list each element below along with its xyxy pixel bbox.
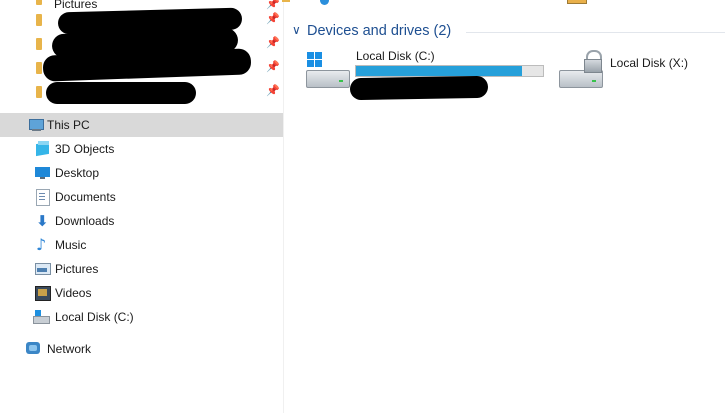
nav-item-music[interactable]: ♪ Music — [0, 233, 283, 257]
drive-usage-fill — [356, 66, 523, 76]
nav-item-local-disk-c[interactable]: Local Disk (C:) — [0, 305, 283, 329]
nav-item-pictures[interactable]: Pictures — [0, 257, 283, 281]
download-arrow-icon: ⬇ — [36, 212, 49, 230]
pin-icon[interactable]: 📌 — [266, 36, 280, 49]
nav-item-label: Desktop — [55, 166, 100, 180]
group-divider — [466, 32, 725, 33]
nav-item-label: Music — [55, 238, 87, 252]
folder-icon — [36, 62, 42, 74]
network-icon — [26, 341, 42, 357]
drive-local-disk-c[interactable]: Local Disk (C:) — [306, 46, 546, 101]
windows-drive-icon — [306, 50, 350, 90]
folder-icon — [36, 38, 42, 50]
nav-item-label: Network — [47, 342, 92, 356]
drive-usage-bar — [355, 65, 544, 77]
music-note-icon: ♪ — [36, 235, 47, 254]
nav-item-label: Documents — [55, 190, 116, 204]
chevron-down-icon[interactable]: ∨ — [292, 23, 301, 37]
nav-item-videos[interactable]: Videos — [0, 281, 283, 305]
folder-icon — [282, 0, 290, 2]
locked-drive-icon — [559, 50, 603, 90]
redacted-label — [46, 82, 196, 104]
nav-item-downloads[interactable]: ⬇ Downloads — [0, 209, 283, 233]
content-pane: ∨ Devices and drives (2) Local Disk (C:)… — [282, 0, 725, 413]
document-icon — [36, 189, 52, 206]
nav-item-desktop[interactable]: Desktop — [0, 161, 283, 185]
computer-icon — [28, 117, 44, 133]
quick-access-item[interactable]: 📌 — [0, 7, 283, 35]
desktop-icon — [35, 165, 51, 181]
pin-icon[interactable]: 📌 — [266, 12, 280, 25]
devices-and-drives-header[interactable]: ∨ Devices and drives (2) — [292, 22, 725, 42]
folder-icon — [36, 14, 42, 26]
navigation-pane: Pictures 📌 📌 📌 📌 📌 This PC 3D Objects De… — [0, 0, 284, 413]
folder-icon — [36, 86, 42, 98]
nav-item-network[interactable]: Network — [0, 337, 283, 361]
windows-logo-icon — [307, 52, 323, 68]
group-title: Devices and drives (2) — [307, 23, 452, 39]
cube-icon — [35, 141, 51, 157]
nav-item-label: Videos — [55, 286, 92, 300]
pin-icon[interactable]: 📌 — [266, 84, 280, 97]
nav-item-this-pc[interactable]: This PC — [0, 113, 283, 137]
quick-access-item[interactable]: 📌 — [0, 48, 283, 82]
quick-access-item[interactable]: 📌 — [0, 81, 283, 104]
nav-item-label: Pictures — [55, 262, 99, 276]
drive-local-disk-x[interactable]: Local Disk (X:) — [559, 46, 709, 90]
nav-item-label: 3D Objects — [55, 142, 115, 156]
nav-item-label: Local Disk (C:) — [55, 310, 134, 324]
pin-icon[interactable]: 📌 — [266, 60, 280, 73]
disk-icon — [33, 309, 50, 325]
film-icon — [35, 285, 51, 301]
pictures-folder-icon — [567, 0, 587, 4]
nav-item-3d-objects[interactable]: 3D Objects — [0, 137, 283, 161]
drive-name: Local Disk (C:) — [356, 49, 435, 63]
folder-icon — [36, 0, 42, 5]
pictures-icon — [35, 261, 51, 277]
redacted-free-space — [349, 75, 489, 101]
nav-item-documents[interactable]: Documents — [0, 185, 283, 209]
nav-item-label: This PC — [47, 118, 90, 132]
cloud-icon — [320, 0, 329, 5]
drive-name: Local Disk (X:) — [610, 56, 689, 70]
nav-item-label: Downloads — [55, 214, 115, 228]
